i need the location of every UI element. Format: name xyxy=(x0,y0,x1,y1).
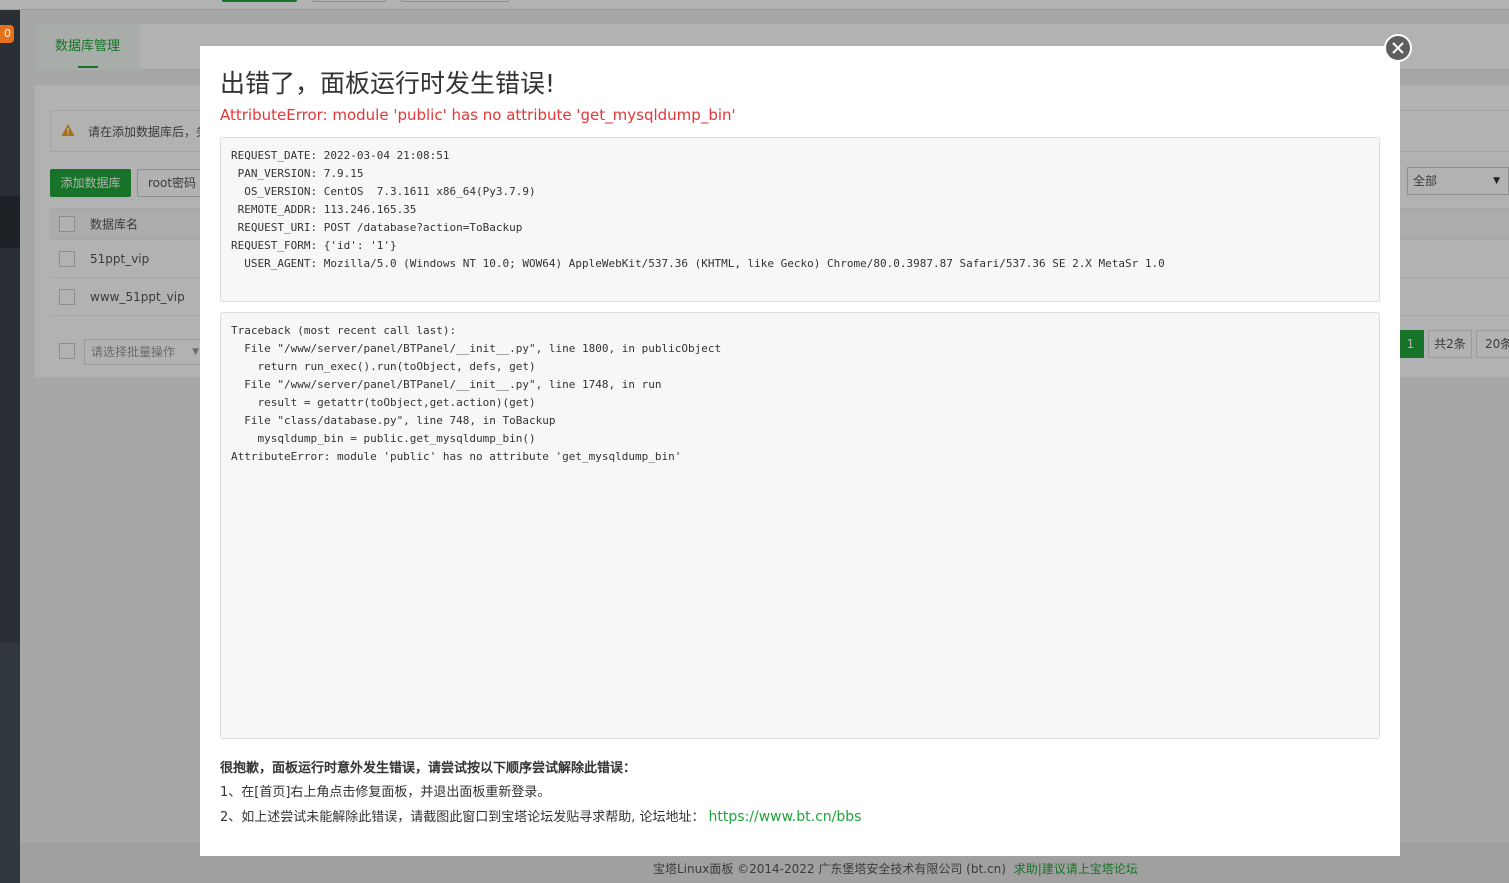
help-step-2: 2、如上述尝试未能解除此错误，请截图此窗口到宝塔论坛发贴寻求帮助, 论坛地址： h… xyxy=(220,805,861,830)
request-line: USER_AGENT: Mozilla/5.0 (Windows NT 10.0… xyxy=(231,257,1165,270)
traceback-line: return run_exec().run(toObject, defs, ge… xyxy=(231,360,536,373)
traceback-line: File "/www/server/panel/BTPanel/__init__… xyxy=(231,378,662,391)
error-message: AttributeError: module 'public' has no a… xyxy=(220,106,736,124)
close-button[interactable] xyxy=(1384,34,1412,62)
request-line: REQUEST_FORM: {'id': '1'} xyxy=(231,239,397,252)
help-section: 很抱歉，面板运行时意外发生错误，请尝试按以下顺序尝试解除此错误： 1、在[首页]… xyxy=(220,757,861,830)
traceback-line: Traceback (most recent call last): xyxy=(231,324,457,337)
traceback-line: result = getattr(toObject,get.action)(ge… xyxy=(231,396,536,409)
close-icon xyxy=(1392,42,1404,54)
request-line: PAN_VERSION: 7.9.15 xyxy=(231,167,364,180)
forum-url-link[interactable]: https://www.bt.cn/bbs xyxy=(709,809,862,825)
notification-badge[interactable]: 0 xyxy=(0,25,14,43)
request-line: REMOTE_ADDR: 113.246.165.35 xyxy=(231,203,417,216)
request-line: REQUEST_URI: POST /database?action=ToBac… xyxy=(231,221,523,234)
request-line: REQUEST_DATE: 2022-03-04 21:08:51 xyxy=(231,149,450,162)
traceback-line: mysqldump_bin = public.get_mysqldump_bin… xyxy=(231,432,536,445)
traceback-line: AttributeError: module 'public' has no a… xyxy=(231,450,682,463)
help-step-2-text: 2、如上述尝试未能解除此错误，请截图此窗口到宝塔论坛发贴寻求帮助, 论坛地址： xyxy=(220,810,705,825)
traceback-line: File "class/database.py", line 748, in T… xyxy=(231,414,556,427)
help-title: 很抱歉，面板运行时意外发生错误，请尝试按以下顺序尝试解除此错误： xyxy=(220,761,637,776)
traceback-block: Traceback (most recent call last): File … xyxy=(220,312,1380,739)
request-line: OS_VERSION: CentOS 7.3.1611 x86_64(Py3.7… xyxy=(231,185,536,198)
request-info-block: REQUEST_DATE: 2022-03-04 21:08:51 PAN_VE… xyxy=(220,137,1380,302)
traceback-line: File "/www/server/panel/BTPanel/__init__… xyxy=(231,342,722,355)
help-step-1: 1、在[首页]右上角点击修复面板，并退出面板重新登录。 xyxy=(220,785,551,800)
dialog-title: 出错了，面板运行时发生错误! xyxy=(220,69,556,98)
error-dialog: 出错了，面板运行时发生错误! AttributeError: module 'p… xyxy=(200,46,1400,856)
